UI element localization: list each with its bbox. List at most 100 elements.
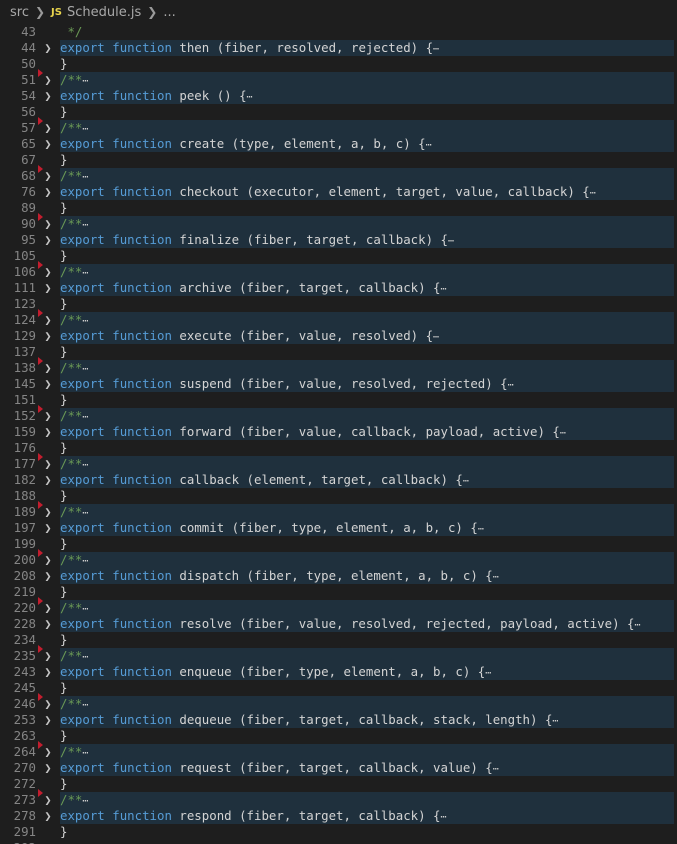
fold-ellipsis[interactable]: ⋯ [441, 284, 447, 295]
chevron-right-icon[interactable]: ❯ [42, 312, 54, 328]
chevron-right-icon[interactable]: ❯ [42, 88, 54, 104]
chevron-right-icon[interactable]: ❯ [42, 568, 54, 584]
fold-ellipsis[interactable]: ⋯ [82, 508, 88, 519]
keyword-export: export [60, 136, 105, 151]
brace-close: } [60, 776, 68, 791]
breakpoint-marker[interactable] [38, 405, 43, 413]
breadcrumb-folder[interactable]: src [10, 5, 29, 20]
function-name: resolve [179, 616, 232, 631]
code-line: 57 ❯ /**⋯ [0, 117, 677, 136]
chevron-right-icon[interactable]: ❯ [42, 328, 54, 344]
fold-ellipsis[interactable]: ⋯ [634, 620, 640, 631]
fold-ellipsis[interactable]: ⋯ [560, 428, 566, 439]
fold-ellipsis[interactable]: ⋯ [82, 220, 88, 231]
fold-ellipsis[interactable]: ⋯ [493, 572, 499, 583]
fold-ellipsis[interactable]: ⋯ [82, 412, 88, 423]
chevron-right-icon[interactable]: ❯ [42, 744, 54, 760]
chevron-right-icon[interactable]: ❯ [42, 216, 54, 232]
fold-ellipsis[interactable]: ⋯ [82, 796, 88, 807]
breakpoint-marker[interactable] [38, 357, 43, 365]
fold-ellipsis[interactable]: ⋯ [426, 140, 432, 151]
breakpoint-marker[interactable] [38, 693, 43, 701]
fold-ellipsis[interactable]: ⋯ [247, 92, 253, 103]
code-line: 129 ❯ export function execute (fiber, valu… [0, 328, 677, 344]
chevron-right-icon[interactable]: ❯ [42, 504, 54, 520]
chevron-right-icon[interactable]: ❯ [42, 648, 54, 664]
breakpoint-marker[interactable] [38, 789, 43, 797]
chevron-right-icon[interactable]: ❯ [42, 600, 54, 616]
fold-ellipsis[interactable]: ⋯ [82, 652, 88, 663]
chevron-right-icon[interactable]: ❯ [42, 712, 54, 728]
chevron-right-icon[interactable]: ❯ [42, 792, 54, 808]
chevron-right-icon[interactable]: ❯ [42, 136, 54, 152]
breakpoint-marker[interactable] [38, 549, 43, 557]
fold-ellipsis[interactable]: ⋯ [448, 236, 454, 247]
breakpoint-marker[interactable] [38, 453, 43, 461]
fold-ellipsis[interactable]: ⋯ [82, 460, 88, 471]
chevron-right-icon[interactable]: ❯ [42, 184, 54, 200]
fold-ellipsis[interactable]: ⋯ [82, 556, 88, 567]
folded-region-highlight [60, 456, 674, 472]
chevron-right-icon[interactable]: ❯ [42, 408, 54, 424]
code-line: 291} [0, 824, 677, 840]
chevron-right-icon[interactable]: ❯ [42, 232, 54, 248]
fold-ellipsis[interactable]: ⋯ [82, 604, 88, 615]
code-line: 56} [0, 104, 677, 120]
fold-ellipsis[interactable]: ⋯ [508, 380, 514, 391]
breakpoint-marker[interactable] [38, 597, 43, 605]
doc-comment-open: /** [60, 744, 83, 759]
chevron-right-icon[interactable]: ❯ [42, 40, 54, 56]
fold-ellipsis[interactable]: ⋯ [82, 268, 88, 279]
fold-ellipsis[interactable]: ⋯ [82, 700, 88, 711]
chevron-right-icon[interactable]: ❯ [42, 360, 54, 376]
fold-ellipsis[interactable]: ⋯ [478, 524, 484, 535]
fold-ellipsis[interactable]: ⋯ [82, 172, 88, 183]
breakpoint-marker[interactable] [38, 117, 43, 125]
fold-ellipsis[interactable]: ⋯ [82, 316, 88, 327]
chevron-right-icon[interactable]: ❯ [42, 760, 54, 776]
chevron-right-icon[interactable]: ❯ [42, 472, 54, 488]
chevron-right-icon[interactable]: ❯ [42, 424, 54, 440]
folded-region-highlight [60, 216, 674, 232]
fold-ellipsis[interactable]: ⋯ [82, 76, 88, 87]
breakpoint-marker[interactable] [38, 261, 43, 269]
fold-ellipsis[interactable]: ⋯ [82, 364, 88, 375]
fold-ellipsis[interactable]: ⋯ [82, 748, 88, 759]
brace-close: } [60, 488, 68, 503]
breakpoint-marker[interactable] [38, 309, 43, 317]
fold-ellipsis[interactable]: ⋯ [590, 188, 596, 199]
fold-ellipsis[interactable]: ⋯ [433, 44, 439, 55]
breakpoint-marker[interactable] [38, 69, 43, 77]
fold-ellipsis[interactable]: ⋯ [485, 668, 491, 679]
breadcrumb-symbol[interactable]: ... [163, 5, 175, 20]
chevron-right-icon[interactable]: ❯ [42, 456, 54, 472]
breakpoint-marker[interactable] [38, 165, 43, 173]
fold-ellipsis[interactable]: ⋯ [82, 124, 88, 135]
chevron-right-icon[interactable]: ❯ [42, 280, 54, 296]
chevron-right-icon[interactable]: ❯ [42, 616, 54, 632]
code-text: } [60, 536, 67, 552]
chevron-right-icon[interactable]: ❯ [42, 520, 54, 536]
chevron-right-icon[interactable]: ❯ [42, 696, 54, 712]
chevron-right-icon[interactable]: ❯ [42, 120, 54, 136]
chevron-right-icon[interactable]: ❯ [42, 376, 54, 392]
fold-ellipsis[interactable]: ⋯ [552, 716, 558, 727]
chevron-right-icon[interactable]: ❯ [42, 264, 54, 280]
code-editor[interactable]: 43 */44 ❯ export function then (fiber, res… [0, 24, 677, 844]
breakpoint-marker[interactable] [38, 213, 43, 221]
breakpoint-marker[interactable] [38, 501, 43, 509]
chevron-right-icon[interactable]: ❯ [42, 72, 54, 88]
fold-ellipsis[interactable]: ⋯ [433, 332, 439, 343]
chevron-right-icon[interactable]: ❯ [42, 664, 54, 680]
fold-ellipsis[interactable]: ⋯ [493, 764, 499, 775]
chevron-right-icon[interactable]: ❯ [42, 552, 54, 568]
breakpoint-marker[interactable] [38, 645, 43, 653]
chevron-right-icon[interactable]: ❯ [42, 808, 54, 824]
chevron-right-icon[interactable]: ❯ [42, 168, 54, 184]
fold-ellipsis[interactable]: ⋯ [441, 812, 447, 823]
fold-ellipsis[interactable]: ⋯ [463, 476, 469, 487]
breakpoint-marker[interactable] [38, 741, 43, 749]
code-text: } [60, 632, 67, 648]
breadcrumb-file[interactable]: Schedule.js [67, 5, 141, 20]
